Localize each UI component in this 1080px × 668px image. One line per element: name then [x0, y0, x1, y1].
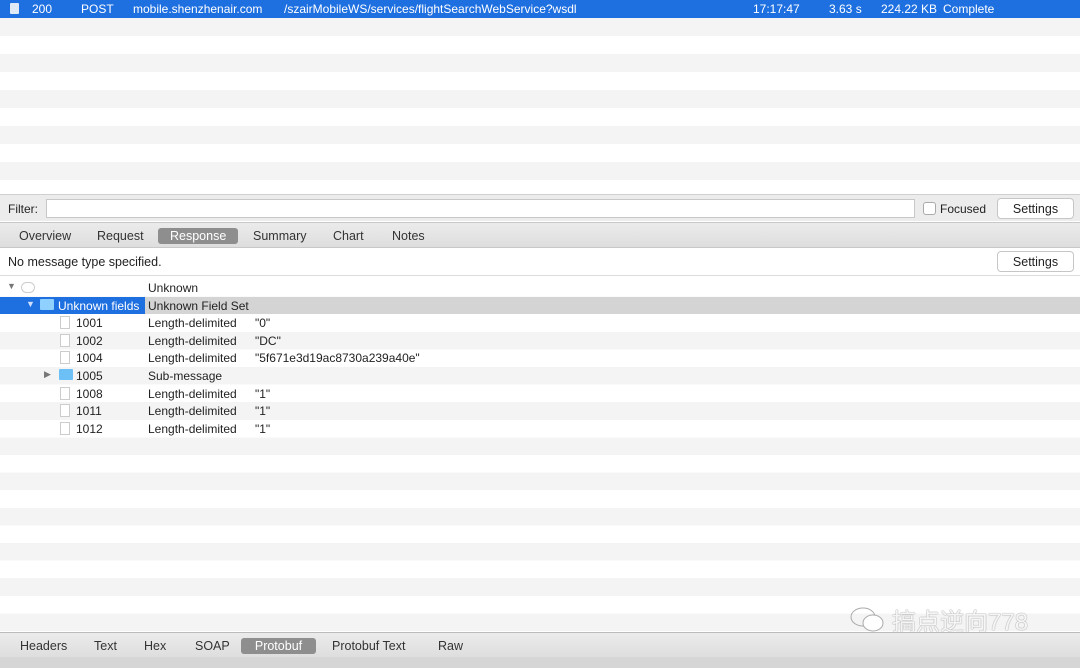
- field-id: 1008: [76, 386, 103, 401]
- inspector-tabs: Overview Request Response Summary Chart …: [0, 222, 1080, 248]
- field-set-name: Unknown fields: [58, 298, 140, 313]
- field-id: 1002: [76, 333, 103, 348]
- tab-headers[interactable]: Headers: [8, 638, 79, 654]
- tab-text[interactable]: Text: [82, 638, 129, 654]
- file-icon: [60, 404, 70, 418]
- file-icon: [60, 316, 70, 330]
- request-list: 200 POST mobile.shenzhenair.com /szairMo…: [0, 0, 1080, 192]
- field-set-type: Unknown Field Set: [148, 298, 249, 313]
- field-value: "DC": [255, 333, 281, 348]
- message-icon: [21, 282, 35, 293]
- file-icon: [60, 351, 70, 365]
- tab-response[interactable]: Response: [158, 228, 238, 244]
- tab-protobuf[interactable]: Protobuf: [241, 638, 316, 654]
- message-settings-button[interactable]: Settings: [997, 251, 1074, 272]
- message-type-text: No message type specified.: [8, 255, 162, 269]
- tree-row-field[interactable]: 1012 Length-delimited "1": [0, 420, 1080, 438]
- field-id: 1001: [76, 316, 103, 331]
- message-type-bar: No message type specified. Settings: [0, 248, 1080, 276]
- field-type: Length-delimited: [148, 351, 237, 366]
- filter-input[interactable]: [46, 199, 915, 218]
- tree-row-field[interactable]: 1011 Length-delimited "1": [0, 402, 1080, 420]
- tab-chart[interactable]: Chart: [321, 228, 376, 244]
- response-view-tabs: Headers Text Hex SOAP Protobuf Protobuf …: [0, 632, 1080, 657]
- disclosure-open-icon[interactable]: ▼: [7, 281, 16, 291]
- field-type: Sub-message: [148, 369, 223, 383]
- root-type: Unknown: [148, 281, 199, 295]
- tab-protobuf-text[interactable]: Protobuf Text: [320, 638, 417, 654]
- tab-notes[interactable]: Notes: [380, 228, 437, 244]
- disclosure-closed-icon[interactable]: ▶: [44, 369, 51, 380]
- tab-hex[interactable]: Hex: [132, 638, 178, 654]
- tab-overview[interactable]: Overview: [7, 228, 83, 244]
- size: 224.22 KB: [881, 2, 938, 16]
- tree-row-field[interactable]: 1008 Length-delimited "1": [0, 385, 1080, 403]
- focused-checkbox[interactable]: [923, 202, 936, 215]
- tab-request[interactable]: Request: [85, 228, 156, 244]
- field-value: "0": [255, 316, 271, 331]
- file-icon: [60, 386, 70, 400]
- filter-settings-button[interactable]: Settings: [997, 198, 1074, 219]
- tree-row-root[interactable]: ▼ Unknown: [0, 279, 1080, 297]
- document-icon: [10, 3, 19, 14]
- filter-bar: Filter: Focused Settings: [0, 194, 1080, 221]
- status-bar: [0, 657, 1080, 668]
- status-code: 200: [32, 2, 53, 16]
- field-id: 1004: [76, 351, 103, 366]
- method: POST: [81, 2, 114, 16]
- field-type: Length-delimited: [148, 316, 237, 331]
- time: 17:17:47: [753, 2, 800, 16]
- field-value: "1": [255, 386, 271, 401]
- field-id: 1005: [76, 369, 103, 383]
- tab-summary[interactable]: Summary: [241, 228, 318, 244]
- filter-label: Filter:: [8, 202, 38, 216]
- file-icon: [60, 421, 70, 435]
- wechat-icon: [848, 604, 888, 634]
- folder-icon: [59, 369, 73, 380]
- field-value: "1": [255, 404, 271, 419]
- field-type: Length-delimited: [148, 421, 237, 436]
- request-row-selected[interactable]: 200 POST mobile.shenzhenair.com /szairMo…: [0, 0, 1080, 18]
- field-type: Length-delimited: [148, 386, 237, 401]
- focused-label: Focused: [940, 202, 987, 216]
- tree-row-unknown-fields[interactable]: ▼ Unknown fields Unknown Field Set: [0, 296, 1080, 315]
- field-id: 1011: [76, 404, 102, 419]
- field-value: "1": [255, 421, 271, 436]
- tree-row-field[interactable]: 1002 Length-delimited "DC": [0, 332, 1080, 350]
- folder-icon: [40, 298, 54, 310]
- file-icon: [60, 333, 70, 347]
- field-value: "5f671e3d19ac8730a239a40e": [255, 351, 420, 366]
- field-type: Length-delimited: [148, 404, 237, 419]
- tree-row-field[interactable]: ▶ 1005 Sub-message: [0, 367, 1080, 385]
- path: /szairMobileWS/services/flightSearchWebS…: [284, 2, 577, 16]
- disclosure-open-icon[interactable]: ▼: [26, 299, 35, 309]
- field-type: Length-delimited: [148, 333, 237, 348]
- protobuf-tree: ▼ Unknown ▼ Unknown fields Unknown Field…: [0, 279, 1080, 631]
- host: mobile.shenzhenair.com: [133, 2, 263, 16]
- tab-raw[interactable]: Raw: [426, 638, 475, 654]
- field-id: 1012: [76, 421, 103, 436]
- tree-row-field[interactable]: 1004 Length-delimited "5f671e3d19ac8730a23…: [0, 349, 1080, 367]
- tab-soap[interactable]: SOAP: [183, 638, 242, 654]
- tree-row-field[interactable]: 1001 Length-delimited "0": [0, 314, 1080, 332]
- duration: 3.63 s: [829, 2, 862, 16]
- state: Complete: [943, 2, 995, 16]
